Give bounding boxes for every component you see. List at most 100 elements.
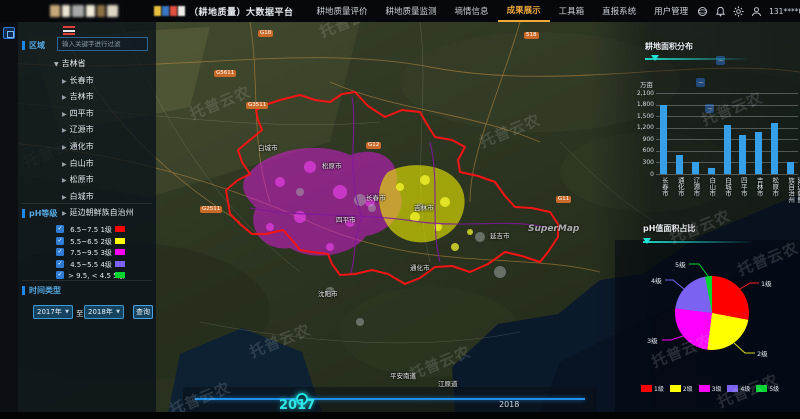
bar-延边朝鲜族自治州[interactable]: [787, 162, 794, 174]
legend-swatch: [670, 385, 681, 392]
bar-四平市[interactable]: [739, 135, 746, 174]
caret-collapsed-icon[interactable]: ▶: [62, 94, 67, 101]
slider-handle-icon[interactable]: [651, 55, 659, 61]
legend-item-4级[interactable]: 4级: [727, 384, 750, 393]
nav-item-7[interactable]: 用户管理: [645, 0, 697, 22]
caret-expanded-icon[interactable]: ▼: [54, 61, 59, 68]
ph-section-header: pH等级: [22, 208, 57, 219]
bar-长春市[interactable]: [660, 105, 667, 174]
legend-item-2级[interactable]: 2级: [670, 384, 693, 393]
sidebar-panel: 区域 ▼吉林省 ▶长春市 ▶吉林市 ▶四平市 ▶辽源市 ▶通化市 ▶白山市 ▶松原市 ▶白城市…: [18, 22, 156, 413]
user-icon[interactable]: [751, 6, 762, 17]
ph-section-label: pH等级: [29, 208, 57, 219]
gridline: [656, 105, 798, 106]
ph-range-label: 5.5~6.5 2级: [68, 237, 114, 247]
pie-label-5: 5级: [675, 260, 686, 269]
ph-level-row: ✓7.5~9.5 3级: [18, 247, 156, 258]
section-bar: [22, 41, 25, 50]
caret-collapsed-icon[interactable]: ▶: [62, 194, 67, 201]
ph-checkbox-4级[interactable]: ✓: [56, 260, 64, 268]
bar-chart-slider[interactable]: [645, 55, 747, 63]
caret-collapsed-icon[interactable]: ▶: [62, 210, 67, 217]
tree-node-city[interactable]: ▶松原市: [62, 174, 134, 185]
caret-collapsed-icon[interactable]: ▶: [62, 161, 67, 168]
ph-checkbox-3级[interactable]: ✓: [56, 248, 64, 256]
tree-node-city[interactable]: ▶通化市: [62, 141, 134, 152]
nav-item-4[interactable]: 成果展示: [498, 0, 550, 22]
road-badge: G11: [556, 196, 571, 203]
legend-item-1级[interactable]: 1级: [641, 384, 664, 393]
nav-item-5[interactable]: 工具箱: [550, 0, 594, 22]
time-section-header: 时间类型: [22, 285, 61, 296]
caret-down-icon: ▼: [65, 309, 69, 315]
tree-node-city[interactable]: ▶延边朝鲜族自治州: [62, 207, 134, 218]
bar-chart-title: 耕地面积分布: [645, 41, 693, 52]
ph-range-label: 4.5~5.5 4级: [68, 260, 114, 270]
pie-legend: 1级 2级 3级 4级 5级: [641, 384, 779, 393]
bar-白山市[interactable]: [708, 168, 715, 174]
nav-item-1[interactable]: 耕地质量评价: [308, 0, 377, 22]
tree-node-city[interactable]: ▶四平市: [62, 108, 134, 119]
bar-辽源市[interactable]: [692, 162, 699, 174]
legend-item-3级[interactable]: 3级: [699, 384, 722, 393]
timeline-year-current[interactable]: 2017: [279, 398, 315, 413]
region-section-header: 区域: [22, 40, 45, 51]
ph-color-swatch: [115, 261, 125, 267]
bar-白城市[interactable]: [724, 125, 731, 174]
pie-chart-title: pH值面积占比: [643, 223, 695, 234]
timeline-track[interactable]: [195, 398, 585, 400]
tree-node-city[interactable]: ▶白山市: [62, 158, 134, 169]
ph-color-swatch: [115, 272, 125, 278]
bar-吉林市[interactable]: [755, 132, 762, 174]
caret-collapsed-icon[interactable]: ▶: [62, 111, 67, 118]
bar-chart: 03006009001,2001,5001,8002,100长春市通化市辽源市白…: [636, 87, 800, 205]
tree-node-city[interactable]: ▶吉林市: [62, 91, 134, 102]
platform-logo: [154, 6, 185, 16]
x-axis-label: 白城市: [723, 177, 732, 197]
nav-item-2[interactable]: 耕地质量监测: [377, 0, 446, 22]
bar-通化市[interactable]: [676, 155, 683, 174]
slider-handle-icon[interactable]: [643, 238, 651, 244]
left-rail: [0, 22, 18, 413]
ph-checkbox-1级[interactable]: ✓: [56, 225, 64, 233]
globe-icon[interactable]: [697, 6, 708, 17]
divider: [22, 203, 152, 204]
timeline-bar[interactable]: 2017 2018: [183, 387, 597, 412]
gear-icon[interactable]: [733, 6, 744, 17]
pie-chart-slider[interactable]: [643, 238, 751, 246]
legend-label: 5级: [769, 384, 779, 393]
header-actions: 131****0001 ▼: [697, 6, 800, 17]
map-city-label: 四平市: [336, 214, 356, 224]
year-to-select[interactable]: 2018年▼: [84, 305, 124, 319]
nav-item-6[interactable]: 直报系统: [593, 0, 645, 22]
caret-collapsed-icon[interactable]: ▶: [62, 78, 67, 85]
legend-list-icon[interactable]: [63, 26, 75, 35]
year-from-select[interactable]: 2017年▼: [33, 305, 73, 319]
timeline-year-end[interactable]: 2018: [499, 400, 519, 409]
user-account[interactable]: 131****0001: [769, 7, 800, 16]
tree-node-city[interactable]: ▶白城市: [62, 191, 134, 202]
to-label: 至: [76, 308, 84, 319]
ph-checkbox-5级[interactable]: ✓: [56, 271, 64, 279]
tree-node-province[interactable]: ▼吉林省: [54, 58, 134, 69]
legend-item-5级[interactable]: 5级: [756, 384, 779, 393]
tree-node-city[interactable]: ▶辽源市: [62, 124, 134, 135]
query-button[interactable]: 查询: [133, 305, 153, 319]
caret-collapsed-icon[interactable]: ▶: [62, 144, 67, 151]
nav-item-3[interactable]: 墒情信息: [446, 0, 498, 22]
region-search-input[interactable]: [57, 37, 148, 51]
x-axis-label: 松原市: [770, 177, 779, 197]
pie-label-3: 3级: [647, 336, 658, 345]
ph-checkbox-2级[interactable]: ✓: [56, 237, 64, 245]
bell-icon[interactable]: [715, 6, 726, 17]
tree-node-city[interactable]: ▶长春市: [62, 75, 134, 86]
caret-collapsed-icon[interactable]: ▶: [62, 127, 67, 134]
bar-松原市[interactable]: [771, 123, 778, 174]
caret-collapsed-icon[interactable]: ▶: [62, 177, 67, 184]
x-axis-label: 辽源市: [691, 177, 700, 197]
app-screen: 白城市松原市长春市四平市吉林市延吉市通化市沈阳市平安南道江原道G18518G56…: [0, 0, 800, 419]
x-axis-label: 长春市: [659, 177, 668, 197]
layers-icon[interactable]: [3, 27, 15, 39]
x-axis-label: 延边朝鲜族自治州: [786, 177, 800, 205]
ph-level-row: ✓ 4.5~5.5 4级: [18, 259, 156, 270]
